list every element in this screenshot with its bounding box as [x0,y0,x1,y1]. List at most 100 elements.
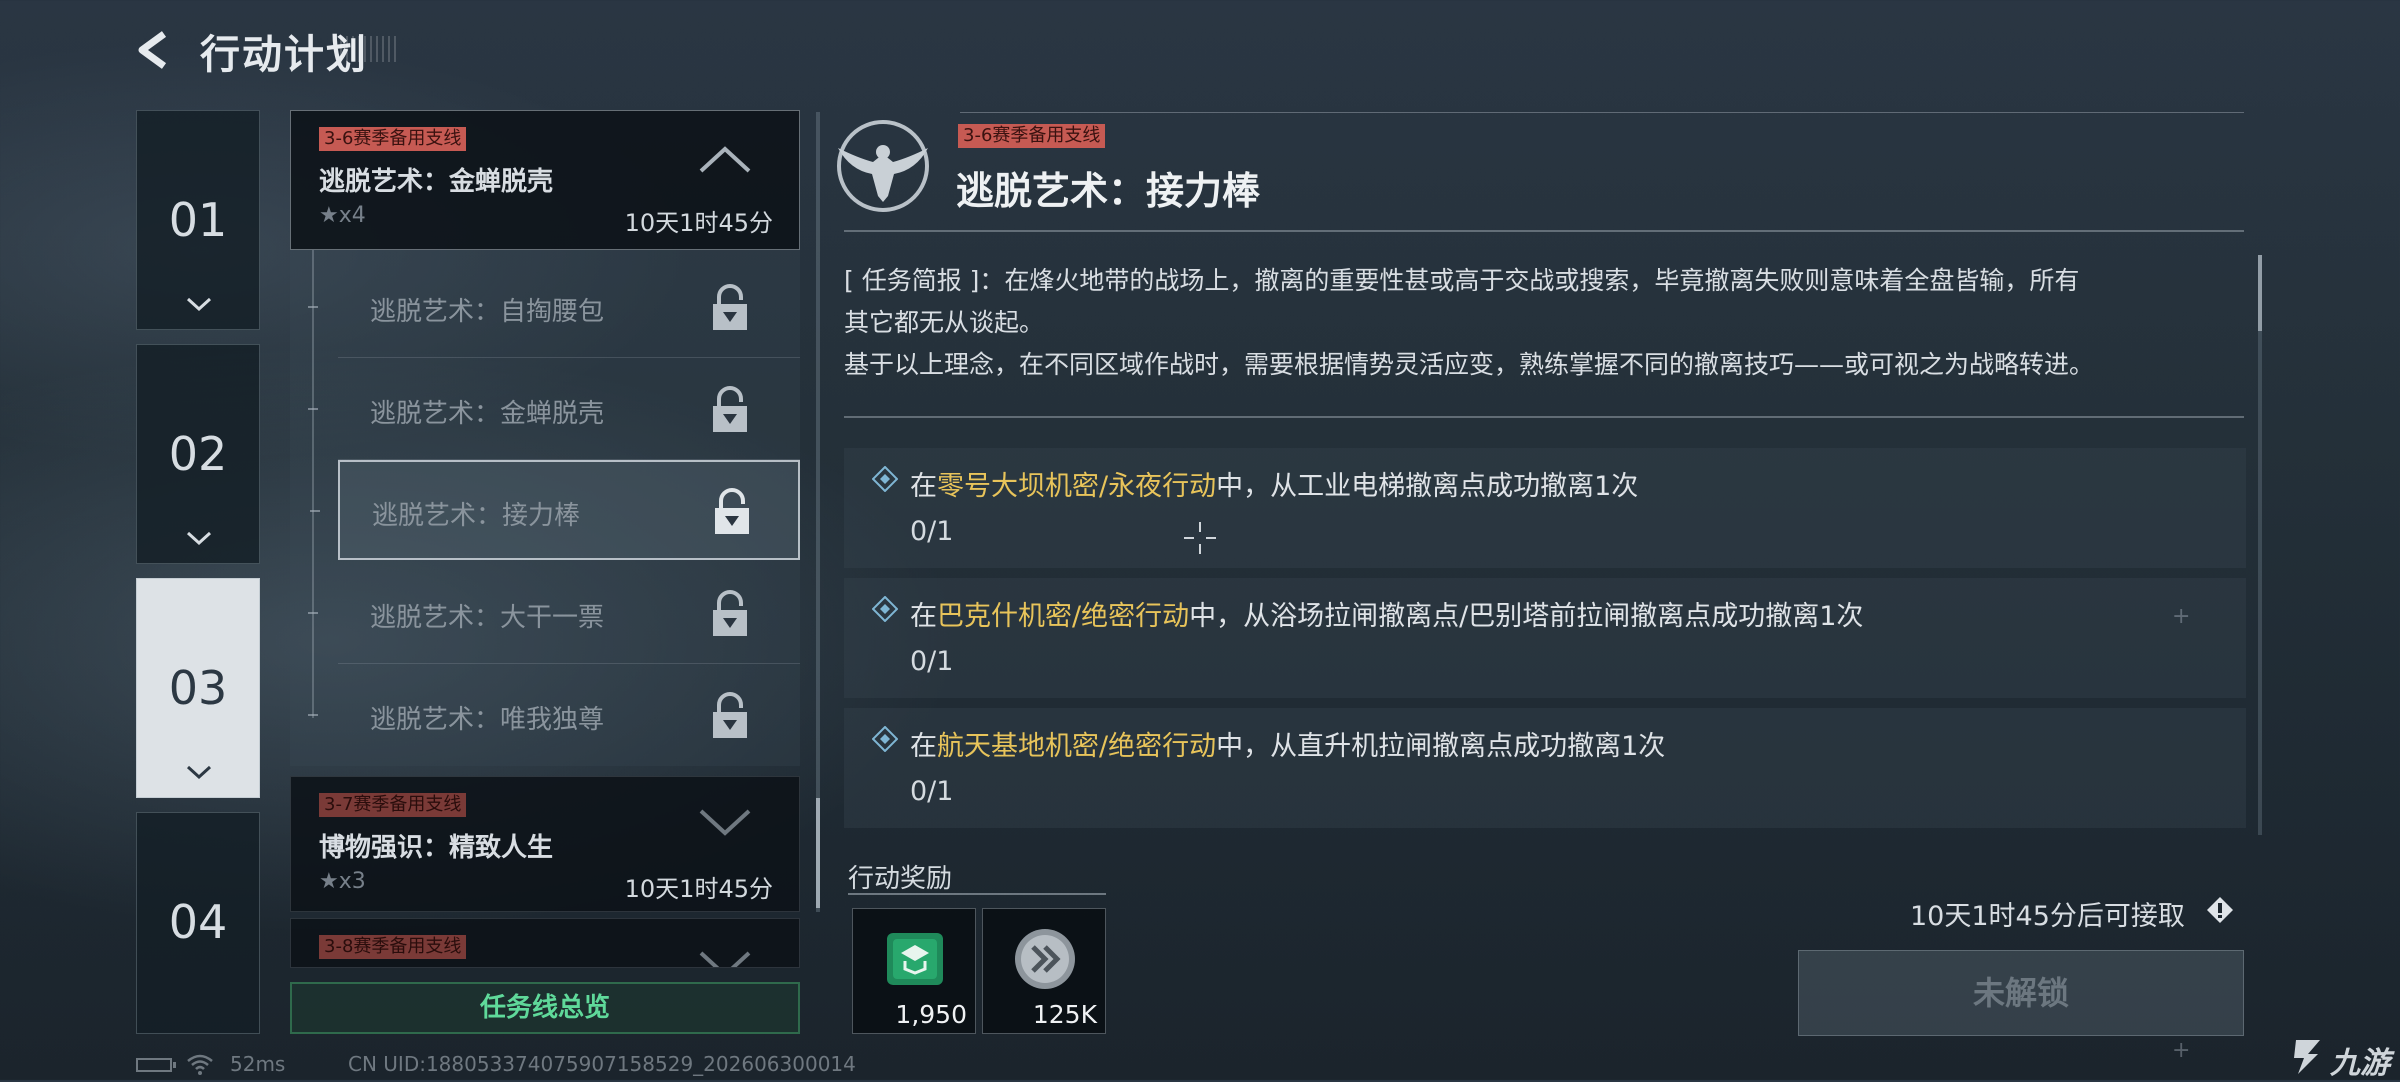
chapter-number: 02 [168,427,228,481]
objective-text: 在航天基地机密/绝密行动中，从直升机拉闸撤离点成功撤离1次 [910,724,1665,763]
scroll-thumb[interactable] [816,798,820,908]
chapter-tab-02[interactable]: 02 [136,344,260,564]
tree-connector [308,306,318,308]
info-diamond-icon[interactable] [2206,896,2234,924]
tree-line [312,250,314,718]
mission-list-scrollbar[interactable] [816,112,820,912]
reward-underline [848,893,1106,895]
tree-connector [308,612,318,614]
top-divider [960,112,2244,113]
mission-card-expanded[interactable]: 3-6赛季备用支线 逃脱艺术：金蝉脱壳 ★x4 10天1时45分 [290,110,800,250]
objective-prefix: 在 [910,471,937,502]
sub-mission-name: 逃脱艺术：大干一票 [370,603,605,633]
sub-mission-name: 逃脱艺术：接力棒 [372,501,581,531]
chapter-tab-03[interactable]: 03 [136,578,260,798]
uid-text: CN UID:18805337407590715852​9_2026063000… [348,1052,856,1076]
chapter-tab-04[interactable]: 04 [136,812,260,1034]
mission-card[interactable]: 3-8赛季备用支线 [290,918,800,968]
chapter-number: 04 [168,895,228,949]
mission-time: 10天1时45分 [624,875,773,903]
reward-item[interactable]: 1,950 [852,908,976,1034]
mission-name: 博物强识：精致人生 [319,833,554,863]
diamond-objective-icon [872,726,898,752]
objective-progress: 0/1 [910,516,954,547]
watermark-logo-icon [2294,1040,2320,1074]
objective-prefix: 在 [910,601,937,632]
diamond-objective-icon [872,466,898,492]
mission-stars: ★x3 [319,869,366,894]
mission-detail-title: 逃脱艺术：接力棒 [956,169,1261,213]
mission-card[interactable]: 3-7赛季备用支线 博物强识：精致人生 ★x3 10天1时45分 [290,776,800,912]
mission-name: 逃脱艺术：金蝉脱壳 [319,167,554,197]
objective-location: 零号大坝机密/永夜行动 [937,471,1217,502]
tree-connector [308,714,318,716]
watermark-text: 九游 [2330,1046,2390,1081]
objective-text: 在零号大坝机密/永夜行动中，从工业电梯撤离点成功撤离1次 [910,464,1638,503]
locked-accept-button[interactable]: 未解锁 [1798,950,2244,1036]
brief-line: [ 任务简报 ]：在烽火地带的战场上，撤离的重要性甚或高于交战或搜索，毕竟撤离失… [844,266,2080,295]
decor-plus: + [2172,1038,2191,1063]
season-tag: 3-8赛季备用支线 [319,935,467,959]
detail-scrollbar[interactable] [2258,255,2262,835]
chevron-down-icon[interactable] [697,949,753,968]
sub-mission-item-selected[interactable]: 逃脱艺术：接力棒 [310,460,800,560]
objective-item: 在航天基地机密/绝密行动中，从直升机拉闸撤离点成功撤离1次 0/1 [844,708,2246,828]
chevron-down-icon[interactable] [697,807,753,839]
green-badge-icon [887,933,943,985]
lock-icon [715,488,749,534]
sub-mission-name: 逃脱艺术：自掏腰包 [370,297,605,327]
mission-brief: [ 任务简报 ]：在烽火地带的战场上，撤离的重要性甚或高于交战或搜索，毕竟撤离失… [844,260,2234,386]
brief-line: 其它都无从谈起。 [844,308,1045,337]
objective-item: 在巴克什机密/绝密行动中，从浴场拉闸撤离点/巴别塔前拉闸撤离点成功撤离1次 0/… [844,578,2246,698]
sub-mission-item[interactable]: 逃脱艺术：大干一票 [308,564,800,664]
brief-line: 基于以上理念，在不同区域作战时，需要根据情势灵活应变，熟练掌握不同的撤离技巧——… [844,350,2095,379]
reward-count: 1,950 [895,1000,967,1029]
sub-mission-item[interactable]: 逃脱艺术：自掏腰包 [308,258,800,358]
chevron-up-icon[interactable] [697,143,753,175]
sub-mission-item[interactable]: 逃脱艺术：金蝉脱壳 [308,360,800,460]
back-arrow-icon[interactable] [134,28,178,72]
wifi-icon [187,1054,213,1075]
objective-prefix: 在 [910,731,937,762]
divider [844,416,2244,418]
battery-icon [136,1058,176,1072]
objective-progress: 0/1 [910,646,954,677]
lock-icon [713,386,747,432]
divider [844,230,2244,232]
chevron-down-icon [186,765,212,780]
objective-progress: 0/1 [910,776,954,807]
mission-stars: ★x4 [319,203,366,228]
objective-suffix: 中，从工业电梯撤离点成功撤离1次 [1216,471,1639,502]
detail-season-tag: 3-6赛季备用支线 [958,124,1106,148]
diamond-objective-icon [872,596,898,622]
unlock-time-text: 10天1时45分后可接取 [1910,901,2185,932]
reward-label: 行动奖励 [848,864,953,894]
objective-location: 巴克什机密/绝密行动 [937,601,1190,632]
objective-location: 航天基地机密/绝密行动 [937,731,1217,762]
chapter-tab-01[interactable]: 01 [136,110,260,330]
lock-icon [713,692,747,738]
objective-suffix: 中，从浴场拉闸撤离点/巴别塔前拉闸撤离点成功撤离1次 [1189,601,1864,632]
lock-icon [713,590,747,636]
crosshair-icon [1184,522,1216,554]
reward-count: 125K [1032,1000,1097,1029]
objective-suffix: 中，从直升机拉闸撤离点成功撤离1次 [1216,731,1666,762]
tree-connector [310,510,320,512]
sub-mission-name: 逃脱艺术：唯我独尊 [370,705,605,735]
lock-icon [713,284,747,330]
chapter-number: 01 [168,193,228,247]
reward-item[interactable]: 125K [982,908,1106,1034]
chevron-down-icon [186,531,212,546]
chevron-down-icon [186,297,212,312]
chapter-number: 03 [168,661,228,715]
decor-plus: + [2172,604,2191,629]
scroll-thumb[interactable] [2258,255,2262,331]
objective-item: 在零号大坝机密/永夜行动中，从工业电梯撤离点成功撤离1次 0/1 [844,448,2246,568]
silver-coin-icon [1015,929,1075,989]
ping-text: 52ms [230,1052,286,1076]
sub-mission-item[interactable]: 逃脱艺术：唯我独尊 [308,666,800,766]
season-tag: 3-6赛季备用支线 [319,127,467,151]
season-tag: 3-7赛季备用支线 [319,793,467,817]
mission-overview-button[interactable]: 任务线总览 [290,982,800,1034]
mission-time: 10天1时45分 [624,209,773,237]
